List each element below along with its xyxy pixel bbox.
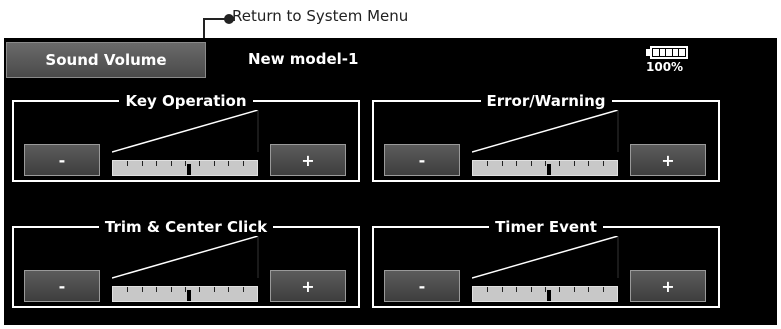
slider-tick xyxy=(487,287,488,292)
battery-indicator: 100% xyxy=(644,46,700,76)
timer-event-plus-button[interactable]: + xyxy=(630,270,706,302)
error-warning-plus-button[interactable]: + xyxy=(630,144,706,176)
battery-icon xyxy=(650,46,688,59)
battery-percent: 100% xyxy=(646,60,684,74)
trim-center-click-volume-slider[interactable] xyxy=(112,286,258,302)
lcd-screen: Sound Volume New model-1 100% Key Operat… xyxy=(4,38,777,325)
slider-tick xyxy=(243,161,244,166)
timer-event-volume-slider[interactable] xyxy=(472,286,618,302)
slider-tick xyxy=(502,161,503,166)
callout-label: Return to System Menu xyxy=(232,7,409,25)
slider-tick xyxy=(243,287,244,292)
slider-tick xyxy=(588,161,589,166)
error-warning-volume-slider[interactable] xyxy=(472,160,618,176)
slider-tick xyxy=(487,161,488,166)
slider-tick xyxy=(603,287,604,292)
slider-tick xyxy=(228,161,229,166)
trim-center-click-minus-button[interactable]: - xyxy=(24,270,100,302)
slider-knob[interactable] xyxy=(187,290,191,301)
group-timer-event: Timer Event - + xyxy=(372,218,720,308)
slider-tick xyxy=(214,287,215,292)
slider-tick xyxy=(127,287,128,292)
slider-tick xyxy=(214,161,215,166)
slider-tick xyxy=(156,161,157,166)
slider-tick xyxy=(185,287,186,292)
group-trim-center-click: Trim & Center Click - + xyxy=(12,218,360,308)
slider-knob[interactable] xyxy=(547,290,551,301)
error-warning-minus-button[interactable]: - xyxy=(384,144,460,176)
volume-ramp-icon xyxy=(472,110,619,153)
slider-tick xyxy=(559,161,560,166)
slider-knob[interactable] xyxy=(187,164,191,175)
slider-tick xyxy=(185,161,186,166)
group-title: Error/Warning xyxy=(480,92,612,110)
slider-tick xyxy=(545,161,546,166)
group-key-operation: Key Operation - + xyxy=(12,92,360,182)
slider-tick xyxy=(156,287,157,292)
slider-tick xyxy=(127,161,128,166)
group-title: Timer Event xyxy=(489,218,603,236)
slider-tick xyxy=(199,161,200,166)
slider-tick xyxy=(516,161,517,166)
group-error-warning: Error/Warning - + xyxy=(372,92,720,182)
group-title: Key Operation xyxy=(119,92,253,110)
slider-tick xyxy=(559,287,560,292)
key-operation-plus-button[interactable]: + xyxy=(270,144,346,176)
slider-knob[interactable] xyxy=(547,164,551,175)
slider-tick xyxy=(171,287,172,292)
key-operation-minus-button[interactable]: - xyxy=(24,144,100,176)
slider-tick xyxy=(603,161,604,166)
slider-tick xyxy=(199,287,200,292)
timer-event-minus-button[interactable]: - xyxy=(384,270,460,302)
model-name: New model-1 xyxy=(248,50,359,68)
volume-ramp-icon xyxy=(112,110,259,153)
callout-line xyxy=(203,19,205,40)
slider-tick xyxy=(142,287,143,292)
slider-tick xyxy=(545,287,546,292)
return-callout: Return to System Menu xyxy=(0,0,781,40)
volume-ramp-icon xyxy=(112,236,259,279)
slider-tick xyxy=(171,161,172,166)
slider-tick xyxy=(574,161,575,166)
key-operation-volume-slider[interactable] xyxy=(112,160,258,176)
slider-tick xyxy=(574,287,575,292)
slider-tick xyxy=(228,287,229,292)
slider-tick xyxy=(531,287,532,292)
slider-tick xyxy=(502,287,503,292)
slider-tick xyxy=(142,161,143,166)
group-title: Trim & Center Click xyxy=(98,218,274,236)
slider-tick xyxy=(516,287,517,292)
slider-tick xyxy=(588,287,589,292)
sound-volume-button[interactable]: Sound Volume xyxy=(6,42,206,78)
slider-tick xyxy=(531,161,532,166)
trim-center-click-plus-button[interactable]: + xyxy=(270,270,346,302)
volume-ramp-icon xyxy=(472,236,619,279)
